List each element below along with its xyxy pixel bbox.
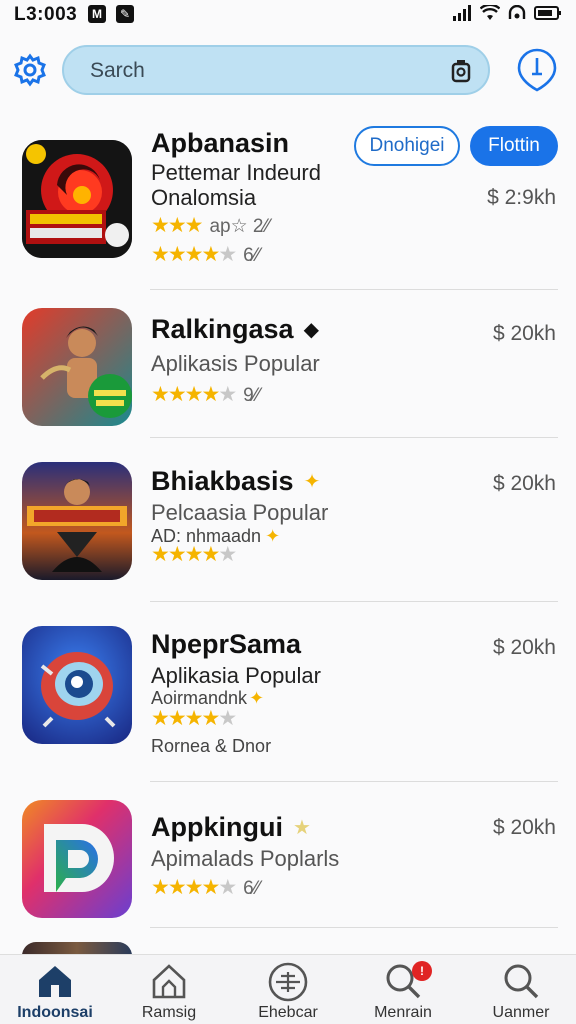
list-item[interactable]: Ralkingasa ◆ Aplikasis Popular ★★★★★ 9⁄⁄ $…: [0, 290, 576, 438]
outline-button[interactable]: Dnohigei: [354, 126, 460, 166]
nav-label: Uanmer: [492, 1004, 550, 1021]
rating-stars: ★★★★★: [151, 707, 237, 730]
search-bar: [62, 45, 490, 95]
app-name: Appkingui ★: [151, 812, 311, 843]
wifi-icon: [480, 5, 500, 20]
app-subtitle: Pettemar Indeurd: [151, 160, 321, 185]
rating-stars: ★★★★★ 6⁄⁄: [151, 876, 261, 899]
nav-label: Indoonsai: [17, 1004, 93, 1021]
nav-item-ehebcar[interactable]: Ehebcar: [233, 955, 343, 1024]
verified-badge-icon: ◆: [303, 319, 319, 341]
app-name: Apbanasin: [151, 128, 290, 158]
app-name-text: Ralkingasa: [151, 314, 294, 344]
rating-stars: ★★★★★: [151, 543, 237, 566]
app-category: Onalomsia: [151, 185, 257, 210]
search-input[interactable]: [90, 57, 430, 85]
status-bar: L3:003 M ✎: [0, 0, 576, 30]
eye-creature-icon: [22, 626, 132, 744]
star-icon: ✦: [249, 688, 265, 708]
header: [0, 42, 576, 98]
nav-item-home[interactable]: Indoonsai: [0, 955, 110, 1024]
list-item[interactable]: Bhiakbasis ✦ Pelcaasia Popular AD: nhmaad…: [0, 438, 576, 602]
app-subtitle: Aplikasia Popular: [151, 663, 321, 688]
app-name: Ralkingasa ◆: [151, 314, 319, 345]
nav-item-ramsig[interactable]: Ramsig: [114, 955, 224, 1024]
rating-stars: ★★★★★ 6⁄⁄: [151, 243, 261, 266]
home-icon: [39, 966, 71, 997]
app-price: $ 2:9kh: [487, 186, 556, 209]
app-price: $ 20kh: [492, 472, 556, 495]
info-shield-icon: [517, 48, 557, 92]
nav-item-menrain[interactable]: ! Menrain: [348, 955, 458, 1024]
note-icon: ✎: [116, 5, 134, 23]
settings-button[interactable]: [10, 50, 50, 90]
status-time: L3:003: [14, 4, 78, 25]
app-subtitle: Pelcaasia Popular: [151, 500, 329, 525]
nav-label: Ramsig: [141, 1004, 197, 1021]
list-item[interactable]: NpeprSama Aplikasia Popular Aoirmandnk ✦ …: [0, 602, 576, 782]
star-badge-icon: ✦: [303, 471, 321, 493]
gear-icon: [14, 53, 46, 87]
app-subtitle: Apimalads Poplarls: [151, 846, 340, 871]
notification-badge: !: [412, 961, 432, 981]
search-icon: [504, 964, 539, 999]
app-price: $ 20kh: [492, 816, 556, 839]
bottom-nav: Indoonsai Ramsig Ehebcar ! Menrain Uanme…: [0, 954, 576, 1024]
app-name: Bhiakbasis ✦: [151, 466, 320, 497]
gradient-d-logo-icon: [22, 800, 132, 918]
battery-icon: [534, 6, 561, 20]
m-icon: M: [88, 5, 106, 23]
signal-icon: [453, 5, 471, 21]
app-price: $ 20kh: [492, 636, 556, 659]
app-footer-text: Rornea & Dnor: [151, 736, 272, 756]
rating-text: 6⁄⁄: [243, 878, 261, 899]
rating-text: 6⁄⁄: [243, 245, 261, 266]
sync-icon: [508, 5, 526, 19]
app-name-text: Bhiakbasis: [151, 466, 294, 496]
rating-text: 9⁄⁄: [243, 385, 261, 406]
nav-label: Ehebcar: [258, 1004, 318, 1021]
app-note-text: Aoirmandnk: [151, 688, 248, 708]
red-swirl-game-icon: [22, 140, 132, 258]
rating-text: ap☆ 2⁄⁄: [209, 216, 270, 237]
nav-label: Menrain: [374, 1004, 432, 1021]
clear-search-button[interactable]: [448, 58, 474, 84]
warrior-game-icon: [22, 308, 132, 426]
compass-icon: [268, 962, 308, 1002]
star-icon: ✦: [265, 526, 281, 546]
list-item[interactable]: Appkingui ★ Apimalads Poplarls ★★★★★ 6⁄⁄ $…: [0, 782, 576, 928]
status-icons: [452, 5, 562, 21]
nav-item-uanmer[interactable]: Uanmer: [466, 955, 576, 1024]
app-name-text: Appkingui: [151, 812, 283, 842]
divider: [150, 927, 558, 928]
app-subtitle: Aplikasis Popular: [151, 351, 320, 376]
rating-stars: ★★★ ap☆ 2⁄⁄: [151, 214, 270, 237]
app-name: NpeprSama: [151, 629, 302, 659]
app-price: $ 20kh: [492, 322, 556, 345]
list-item[interactable]: Apbanasin Pettemar Indeurd Onalomsia ★★★…: [0, 118, 576, 290]
primary-button[interactable]: Flottin: [470, 126, 558, 166]
trash-icon: [451, 60, 471, 83]
info-button[interactable]: [516, 48, 558, 92]
house-outline-icon: [152, 964, 186, 999]
star-badge-icon: ★: [292, 817, 311, 839]
fighter-game-icon: [22, 462, 132, 580]
rating-stars: ★★★★★ 9⁄⁄: [151, 383, 261, 406]
